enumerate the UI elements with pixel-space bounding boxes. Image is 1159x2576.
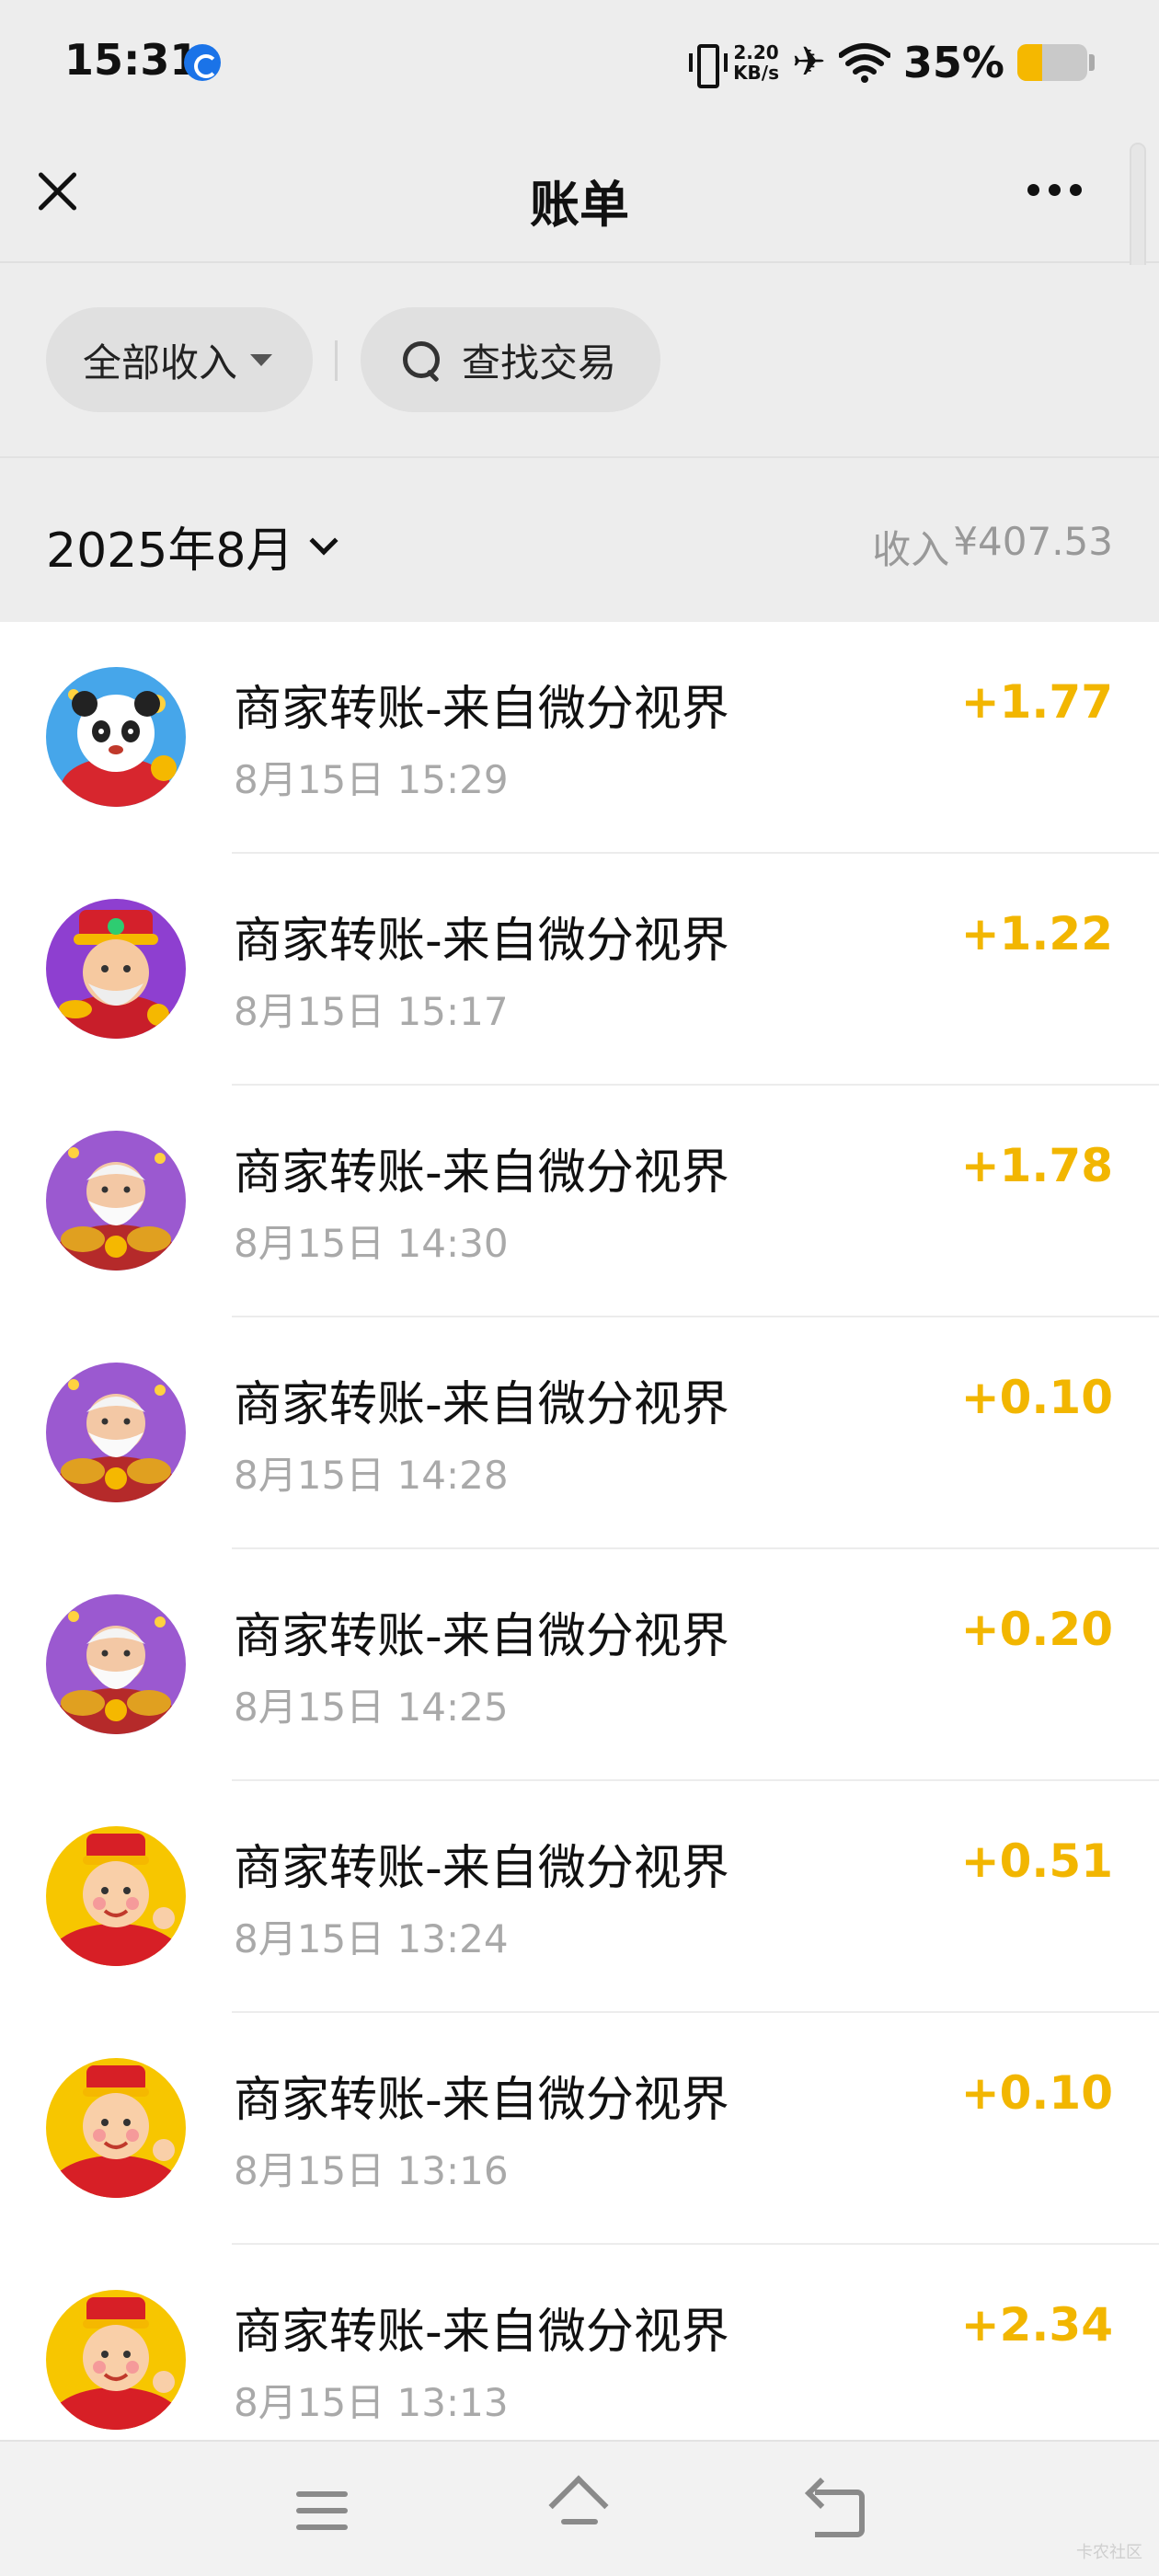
battery-icon	[1017, 44, 1087, 81]
status-icons: 2.20 KB/s ✈ 35%	[689, 37, 1095, 88]
transaction-time: 8月15日 14:30	[234, 1221, 509, 1266]
transaction-amount: +0.10	[960, 2066, 1113, 2120]
transaction-list: 商家转账-来自微分视界 8月15日 15:29 +1.77 商家转账-来自微分视…	[0, 622, 1159, 2440]
income-total-prefix: 收入	[872, 527, 950, 572]
income-total-amount: ¥407.53	[953, 519, 1113, 564]
search-label: 查找交易	[462, 339, 617, 385]
menu-icon[interactable]	[296, 2491, 348, 2530]
wifi-icon	[838, 42, 890, 83]
month-income-total: 收入 ¥407.53	[872, 519, 1113, 575]
status-time: 15:31	[64, 35, 200, 85]
transaction-amount: +1.78	[960, 1139, 1113, 1192]
elder-fortune-avatar-icon	[46, 1131, 186, 1271]
transaction-time: 8月15日 15:29	[234, 757, 509, 802]
airplane-icon: ✈	[792, 39, 826, 86]
transaction-amount: +2.34	[960, 2298, 1113, 2352]
elder-fortune-avatar-icon	[46, 1363, 186, 1502]
panda-avatar-icon	[46, 667, 186, 807]
search-transactions-button[interactable]: 查找交易	[361, 307, 660, 412]
wealth-boy-avatar-icon	[46, 2290, 186, 2430]
transaction-row[interactable]: 商家转账-来自微分视界 8月15日 13:16 +0.10	[0, 2013, 1159, 2245]
transaction-amount: +0.51	[960, 1834, 1113, 1888]
caret-down-icon	[250, 353, 273, 366]
transaction-amount: +1.77	[960, 675, 1113, 729]
filter-row: 全部收入 查找交易	[0, 265, 1159, 458]
transaction-time: 8月15日 13:13	[234, 2380, 509, 2425]
elder-fortune-avatar-icon	[46, 1594, 186, 1734]
transaction-title: 商家转账-来自微分视界	[234, 2073, 729, 2128]
notification-app-icon	[184, 44, 221, 81]
transaction-row[interactable]: 商家转账-来自微分视界 8月15日 14:25 +0.20	[0, 1549, 1159, 1781]
wealth-boy-avatar-icon	[46, 1826, 186, 1966]
transaction-amount: +1.22	[960, 907, 1113, 960]
network-speed-unit: KB/s	[733, 62, 780, 84]
vibrate-icon	[689, 42, 729, 88]
transaction-row[interactable]: 商家转账-来自微分视界 8月15日 13:13 +2.34	[0, 2245, 1159, 2440]
network-speed-value: 2.20	[733, 41, 779, 63]
income-filter-dropdown[interactable]: 全部收入	[46, 307, 313, 412]
chevron-down-icon	[309, 525, 339, 556]
system-navigation-bar: 卡农社区	[0, 2440, 1159, 2576]
transaction-time: 8月15日 15:17	[234, 989, 509, 1034]
page-title: 账单	[530, 176, 629, 234]
month-header: 2025年8月 收入 ¥407.53	[0, 460, 1159, 622]
transaction-row[interactable]: 商家转账-来自微分视界 8月15日 13:24 +0.51	[0, 1781, 1159, 2013]
transaction-amount: +0.10	[960, 1371, 1113, 1424]
battery-cap	[1089, 54, 1095, 71]
transaction-title: 商家转账-来自微分视界	[234, 2305, 729, 2360]
transaction-time: 8月15日 14:25	[234, 1685, 509, 1730]
income-filter-label: 全部收入	[83, 339, 238, 385]
transaction-title: 商家转账-来自微分视界	[234, 1377, 729, 1432]
transaction-row[interactable]: 商家转账-来自微分视界 8月15日 15:17 +1.22	[0, 854, 1159, 1086]
month-label: 2025年8月	[46, 523, 294, 579]
month-selector[interactable]: 2025年8月	[46, 512, 339, 581]
transaction-amount: +0.20	[960, 1603, 1113, 1656]
transaction-time: 8月15日 13:24	[234, 1916, 509, 1961]
status-bar: 15:31 2.20 KB/s ✈ 35%	[0, 0, 1159, 129]
transaction-row[interactable]: 商家转账-来自微分视界 8月15日 14:28 +0.10	[0, 1317, 1159, 1549]
battery-level-fill	[1017, 44, 1042, 81]
fortune-god-avatar-icon	[46, 899, 186, 1039]
more-dots-icon[interactable]	[1027, 184, 1082, 196]
watermark: 卡农社区	[1076, 2543, 1142, 2562]
filter-divider	[335, 340, 338, 381]
back-icon[interactable]	[809, 2486, 865, 2537]
home-icon[interactable]	[550, 2478, 609, 2537]
transaction-time: 8月15日 14:28	[234, 1453, 509, 1498]
transaction-row[interactable]: 商家转账-来自微分视界 8月15日 15:29 +1.77	[0, 622, 1159, 854]
transaction-title: 商家转账-来自微分视界	[234, 1609, 729, 1664]
transaction-title: 商家转账-来自微分视界	[234, 682, 729, 737]
transaction-time: 8月15日 13:16	[234, 2148, 509, 2193]
scrollbar[interactable]	[1130, 143, 1146, 281]
wealth-boy-avatar-icon	[46, 2058, 186, 2198]
network-speed: 2.20 KB/s	[733, 42, 779, 83]
battery-percent: 35%	[902, 38, 1004, 87]
transaction-title: 商家转账-来自微分视界	[234, 914, 729, 969]
transaction-row[interactable]: 商家转账-来自微分视界 8月15日 14:30 +1.78	[0, 1086, 1159, 1317]
transaction-title: 商家转账-来自微分视界	[234, 1145, 729, 1201]
search-icon	[401, 339, 442, 380]
title-bar: 账单	[0, 129, 1159, 263]
transaction-title: 商家转账-来自微分视界	[234, 1841, 729, 1896]
